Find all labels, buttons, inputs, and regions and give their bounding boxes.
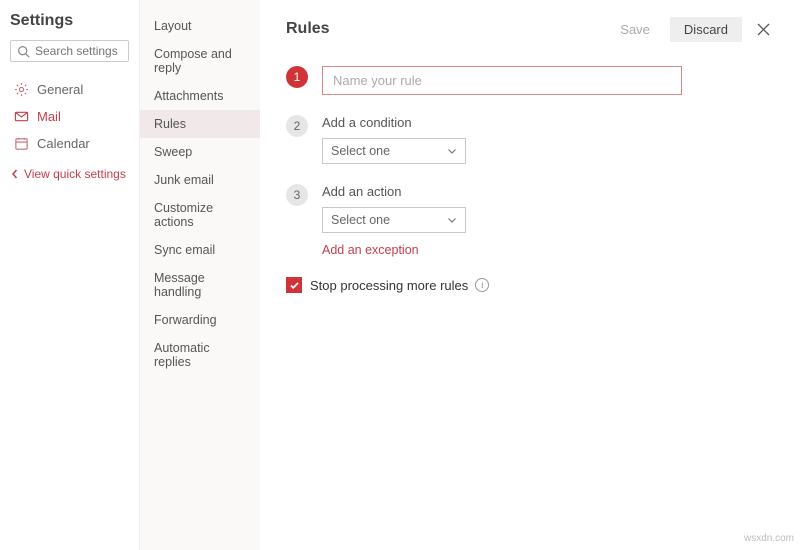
sub-forwarding[interactable]: Forwarding — [140, 306, 260, 334]
sub-msghandling[interactable]: Message handling — [140, 264, 260, 306]
step-badge-1: 1 — [286, 66, 308, 88]
stop-processing-checkbox[interactable] — [286, 277, 302, 293]
watermark: wsxdn.com — [744, 533, 794, 544]
settings-title: Settings — [10, 12, 129, 30]
chevron-down-icon — [447, 146, 457, 156]
close-icon — [757, 23, 770, 36]
sub-junk[interactable]: Junk email — [140, 166, 260, 194]
search-input[interactable] — [35, 44, 122, 58]
sidebar-item-mail[interactable]: Mail — [10, 103, 129, 130]
sidebar-label-mail: Mail — [37, 109, 61, 124]
condition-select-value: Select one — [331, 144, 390, 158]
sub-sweep[interactable]: Sweep — [140, 138, 260, 166]
close-button[interactable] — [748, 14, 778, 44]
sidebar-item-calendar[interactable]: Calendar — [10, 130, 129, 157]
sidebar-label-general: General — [37, 82, 83, 97]
sub-autoreplies[interactable]: Automatic replies — [140, 334, 260, 376]
sub-customize[interactable]: Customize actions — [140, 194, 260, 236]
gear-icon — [14, 82, 29, 97]
stop-processing-row: Stop processing more rules i — [286, 277, 778, 293]
step-badge-2: 2 — [286, 115, 308, 137]
main-content: Rules Save Discard 1 2 Add a condition S… — [260, 0, 800, 550]
mail-icon — [14, 109, 29, 124]
sub-layout[interactable]: Layout — [140, 12, 260, 40]
action-select[interactable]: Select one — [322, 207, 466, 233]
search-container[interactable] — [10, 40, 129, 62]
step-3: 3 Add an action Select one Add an except… — [286, 184, 778, 257]
condition-select[interactable]: Select one — [322, 138, 466, 164]
view-quick-settings-link[interactable]: View quick settings — [10, 167, 129, 181]
page-title: Rules — [286, 20, 600, 38]
sub-attachments[interactable]: Attachments — [140, 82, 260, 110]
rule-name-input[interactable] — [322, 66, 682, 95]
sub-sync[interactable]: Sync email — [140, 236, 260, 264]
discard-button[interactable]: Discard — [670, 17, 742, 42]
add-exception-link[interactable]: Add an exception — [322, 243, 778, 257]
step-2: 2 Add a condition Select one — [286, 115, 778, 164]
step-badge-3: 3 — [286, 184, 308, 206]
info-icon[interactable]: i — [475, 278, 489, 292]
stop-processing-label: Stop processing more rules — [310, 278, 468, 293]
save-button[interactable]: Save — [606, 17, 664, 42]
settings-sidebar: Settings General Mail Calendar View quic… — [0, 0, 140, 550]
sub-compose[interactable]: Compose and reply — [140, 40, 260, 82]
chevron-left-icon — [10, 169, 20, 179]
calendar-icon — [14, 136, 29, 151]
submenu: Layout Compose and reply Attachments Rul… — [140, 0, 260, 550]
quick-settings-label: View quick settings — [24, 167, 126, 181]
sidebar-item-general[interactable]: General — [10, 76, 129, 103]
step-1: 1 — [286, 66, 778, 95]
sidebar-label-calendar: Calendar — [37, 136, 90, 151]
step-2-label: Add a condition — [322, 115, 778, 130]
chevron-down-icon — [447, 215, 457, 225]
checkmark-icon — [289, 280, 300, 291]
sub-rules[interactable]: Rules — [140, 110, 260, 138]
step-3-label: Add an action — [322, 184, 778, 199]
search-icon — [17, 45, 30, 58]
action-select-value: Select one — [331, 213, 390, 227]
